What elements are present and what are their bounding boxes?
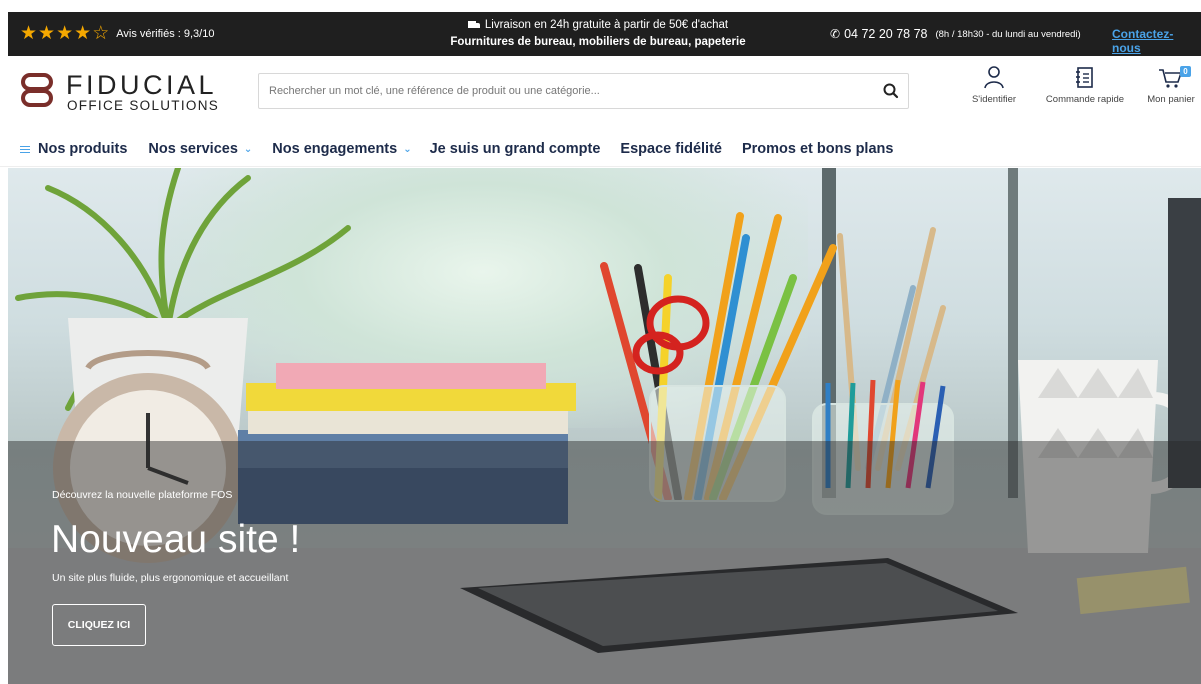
hero-kicker: Découvrez la nouvelle plateforme FOS (52, 489, 233, 501)
quick-order-label: Commande rapide (1045, 94, 1125, 105)
star-icon: ★ (20, 22, 38, 44)
login-button[interactable]: S'identifier (966, 65, 1022, 105)
search-input[interactable] (259, 74, 859, 108)
user-icon (984, 66, 1004, 89)
nav-services[interactable]: Nos services ⌄ (148, 141, 252, 157)
nav-key-account[interactable]: Je suis un grand compte (430, 141, 601, 157)
contact-link[interactable]: Contactez-nous (1112, 27, 1201, 55)
star-outline-icon: ☆ (92, 22, 110, 44)
chevron-down-icon: ⌄ (243, 143, 253, 155)
nav-promos-label: Promos et bons plans (741, 141, 894, 157)
logo-subtitle: OFFICE SOLUTIONS (67, 98, 220, 113)
login-label: S'identifier (971, 94, 1017, 105)
nav-services-label: Nos services (148, 141, 238, 157)
phone-contact[interactable]: ✆ 04 72 20 78 78 (8h / 18h30 - du lundi … (830, 27, 1081, 41)
phone-number[interactable]: 04 72 20 78 78 (844, 27, 927, 41)
truck-icon (467, 21, 481, 30)
hero-overlay (8, 441, 1201, 684)
nav-loyalty[interactable]: Espace fidélité (620, 141, 722, 157)
reviews-text[interactable]: Avis vérifiés : 9,3/10 (116, 28, 214, 40)
nav-products[interactable]: Nos produits (20, 141, 127, 157)
nav-products-label: Nos produits (38, 141, 128, 157)
chevron-down-icon: ⌄ (403, 143, 412, 155)
nav-loyalty-label: Espace fidélité (620, 141, 722, 157)
quick-order-button[interactable]: Commande rapide (1037, 65, 1133, 105)
notepad-icon (1076, 67, 1093, 88)
promo-line-1: Livraison en 24h gratuite à partir de 50… (484, 19, 729, 31)
promo-line-2: Fournitures de bureau, mobiliers de bure… (450, 36, 746, 48)
hero-subtitle: Un site plus fluide, plus ergonomique et… (52, 572, 289, 584)
nav-promos[interactable]: Promos et bons plans (742, 141, 893, 157)
site-logo[interactable]: FIDUCIAL OFFICE SOLUTIONS (20, 70, 235, 116)
menu-icon (20, 144, 30, 155)
top-info-bar: ★ ★ ★ ★ ☆ Avis vérifiés : 9,3/10 Livrais… (8, 12, 1201, 56)
hero-cta-button[interactable]: CLIQUEZ ICI (52, 604, 146, 646)
search-icon[interactable] (882, 82, 900, 100)
cart-label: Mon panier (1147, 94, 1195, 105)
search-bar (258, 73, 909, 109)
hero-banner[interactable]: Découvrez la nouvelle plateforme FOS Nou… (8, 168, 1201, 684)
cart-count-badge: 0 (1180, 66, 1191, 77)
rating[interactable]: ★ ★ ★ ★ ☆ Avis vérifiés : 9,3/10 (20, 24, 214, 43)
hero-title: Nouveau site ! (51, 518, 301, 561)
fiducial-logo-icon (21, 73, 53, 107)
logo-name: FIDUCIAL (66, 70, 218, 100)
main-nav: Nos produits Nos services ⌄ Nos engageme… (0, 131, 1201, 167)
nav-engagements[interactable]: Nos engagements ⌄ (272, 141, 411, 157)
phone-hours: (8h / 18h30 - du lundi au vendredi) (935, 28, 1081, 40)
phone-icon: ✆ (830, 27, 841, 41)
delivery-promo: Livraison en 24h gratuite à partir de 50… (408, 17, 788, 51)
cart-button[interactable]: 0 Mon panier (1141, 65, 1201, 105)
nav-engagements-label: Nos engagements (272, 141, 398, 157)
nav-key-account-label: Je suis un grand compte (429, 141, 601, 157)
nav-divider (0, 166, 1201, 167)
star-icon: ★ (38, 22, 56, 44)
star-icon: ★ (56, 22, 74, 44)
star-icon: ★ (74, 22, 92, 44)
